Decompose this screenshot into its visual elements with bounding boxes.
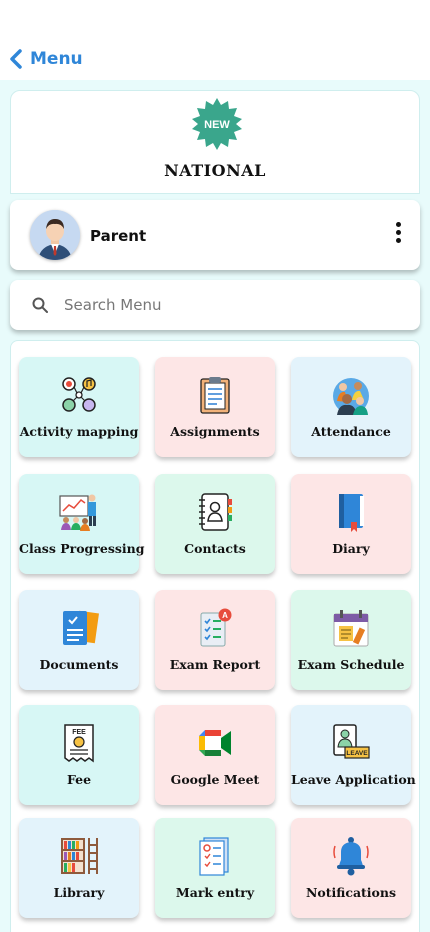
menu-item-exam-report[interactable]: A Exam Report — [155, 590, 275, 690]
menu-item-assignments[interactable]: Assignments — [155, 357, 275, 457]
menu-item-label: Diary — [332, 541, 370, 556]
new-badge-icon: NEW — [192, 98, 242, 150]
menu-item-label: Exam Report — [169, 657, 261, 672]
google-meet-icon — [199, 730, 231, 756]
search-bar — [10, 280, 420, 330]
address-book-icon — [199, 493, 232, 531]
menu-item-library[interactable]: Library — [19, 818, 139, 918]
fee-receipt-icon: FEE — [64, 724, 94, 763]
menu-item-label: Assignments — [170, 424, 260, 439]
activity-icon — [62, 377, 96, 412]
user-avatar-icon — [30, 210, 80, 260]
school-name: NATIONAL — [164, 161, 266, 180]
menu-item-documents[interactable]: Documents — [19, 590, 139, 690]
menu-item-contacts[interactable]: Contacts — [155, 474, 275, 574]
profile-role: Parent — [90, 227, 147, 245]
back-button[interactable]: Menu — [8, 48, 83, 70]
profile-card[interactable]: Parent — [10, 200, 420, 270]
diary-icon — [339, 494, 364, 532]
exam-report-icon: A — [200, 608, 232, 647]
search-input[interactable] — [64, 290, 394, 320]
more-options-icon[interactable] — [394, 222, 402, 248]
menu-item-google-meet[interactable]: Google Meet — [155, 705, 275, 805]
menu-item-label: Documents — [39, 657, 119, 672]
bell-icon — [333, 837, 369, 876]
menu-item-notifications[interactable]: Notifications — [291, 818, 411, 918]
menu-item-class-progressing[interactable]: Class Progressing — [19, 474, 145, 574]
menu-item-exam-schedule[interactable]: Exam Schedule — [291, 590, 411, 690]
menu-item-label: Attendance — [311, 424, 391, 439]
svg-text:A: A — [222, 611, 228, 620]
leave-icon: LEAVE — [333, 724, 370, 759]
menu-item-label: Exam Schedule — [297, 657, 405, 672]
top-bar: Menu — [0, 0, 430, 80]
back-label: Menu — [30, 49, 83, 69]
avatar — [30, 210, 80, 260]
menu-item-fee[interactable]: FEE Fee — [19, 705, 139, 805]
mark-entry-icon — [199, 837, 229, 876]
clipboard-icon — [200, 377, 230, 414]
presentation-icon — [59, 494, 96, 531]
menu-item-diary[interactable]: Diary — [291, 474, 411, 574]
chevron-left-icon — [10, 49, 22, 69]
menu-item-activity-mapping[interactable]: Activity mapping — [19, 357, 139, 457]
menu-item-label: Contacts — [184, 541, 246, 556]
calendar-icon — [333, 610, 369, 647]
menu-item-label: Class Progressing — [19, 541, 145, 556]
menu-item-label: Mark entry — [175, 885, 255, 900]
menu-item-label: Library — [53, 885, 105, 900]
menu-item-label: Fee — [66, 772, 92, 787]
menu-item-label: Activity mapping — [19, 424, 139, 439]
menu-item-label: Leave Application — [291, 772, 416, 787]
menu-item-leave-application[interactable]: LEAVE Leave Application — [291, 705, 416, 805]
bookshelf-icon — [61, 838, 98, 874]
menu-content: NEW NATIONAL Parent Search Menu Activity… — [0, 80, 430, 932]
menu-item-attendance[interactable]: Attendance — [291, 357, 411, 457]
menu-grid: Activity mapping Assignments Attendance — [10, 340, 420, 932]
documents-icon — [63, 610, 99, 645]
menu-item-label: Google Meet — [170, 772, 260, 787]
school-card: NEW NATIONAL — [10, 90, 420, 194]
svg-text:FEE: FEE — [72, 729, 86, 736]
badge-text: NEW — [204, 119, 230, 131]
svg-text:LEAVE: LEAVE — [346, 750, 368, 757]
menu-item-label: Notifications — [305, 885, 397, 900]
menu-item-mark-entry[interactable]: Mark entry — [155, 818, 275, 918]
people-icon — [333, 378, 369, 415]
search-icon — [32, 297, 48, 313]
